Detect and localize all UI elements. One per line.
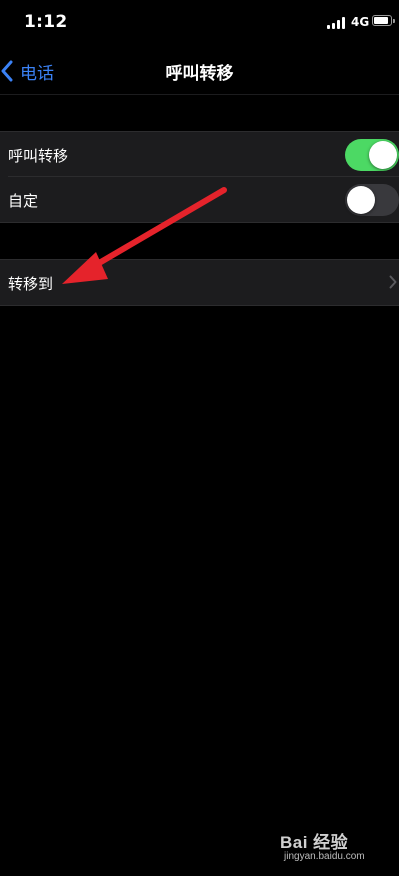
status-bar: 1:12 4G [0, 0, 399, 46]
network-type: 4G [351, 15, 370, 29]
forward-to-row[interactable]: 转移到 [0, 260, 399, 305]
custom-row[interactable]: 自定 [0, 177, 399, 222]
chevron-left-icon [1, 60, 13, 82]
status-time: 1:12 [24, 12, 68, 32]
page-title: 呼叫转移 [165, 64, 234, 84]
back-label: 电话 [20, 64, 54, 84]
watermark-brand: Bai 经验 [280, 833, 349, 852]
baidu-jingyan-watermark: Bai 经验 jingyan.baidu.com [280, 826, 392, 866]
custom-toggle[interactable] [345, 184, 399, 216]
forward-to-label: 转移到 [8, 275, 54, 293]
call-forwarding-toggle[interactable] [345, 139, 399, 171]
nav-bar: 呼叫转移 电话 [0, 46, 399, 95]
toggle-knob [369, 141, 397, 169]
forward-to-group: 转移到 [0, 259, 399, 306]
call-forwarding-group: 呼叫转移 自定 [0, 131, 399, 223]
toggle-knob [347, 186, 375, 214]
call-forwarding-label: 呼叫转移 [8, 147, 69, 165]
call-forwarding-row[interactable]: 呼叫转移 [0, 132, 399, 177]
custom-label: 自定 [8, 192, 39, 210]
battery-icon [372, 15, 395, 26]
chevron-right-icon [389, 275, 397, 289]
cellular-signal-icon [327, 17, 347, 29]
watermark-domain: jingyan.baidu.com [284, 851, 365, 862]
battery-level [374, 17, 388, 24]
